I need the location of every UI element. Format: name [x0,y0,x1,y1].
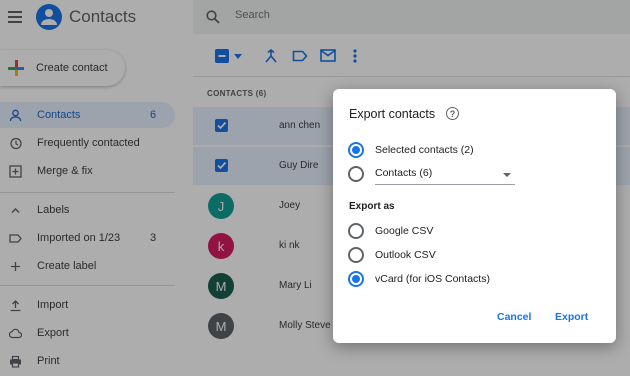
selected-contacts-label: Selected contacts (2) [375,144,474,156]
outlook-csv-radio[interactable] [348,247,364,263]
dropdown-arrow-icon [503,173,511,177]
export-as-heading: Export as [349,201,395,212]
dialog-title: Export contacts [349,107,436,121]
vcard-radio[interactable] [348,271,364,287]
contacts-group-value: Contacts (6) [375,167,433,179]
export-button[interactable]: Export [555,311,588,323]
google-csv-label: Google CSV [375,225,434,237]
selected-contacts-radio[interactable] [348,142,364,158]
cancel-button[interactable]: Cancel [497,311,531,323]
contacts-group-select[interactable]: Contacts (6) [375,165,515,185]
export-dialog: Export contacts ? Selected contacts (2) … [333,89,616,343]
all-contacts-radio[interactable] [348,166,364,182]
help-icon[interactable]: ? [446,107,459,120]
vcard-label: vCard (for iOS Contacts) [375,273,490,285]
outlook-csv-label: Outlook CSV [375,249,436,261]
google-csv-radio[interactable] [348,223,364,239]
